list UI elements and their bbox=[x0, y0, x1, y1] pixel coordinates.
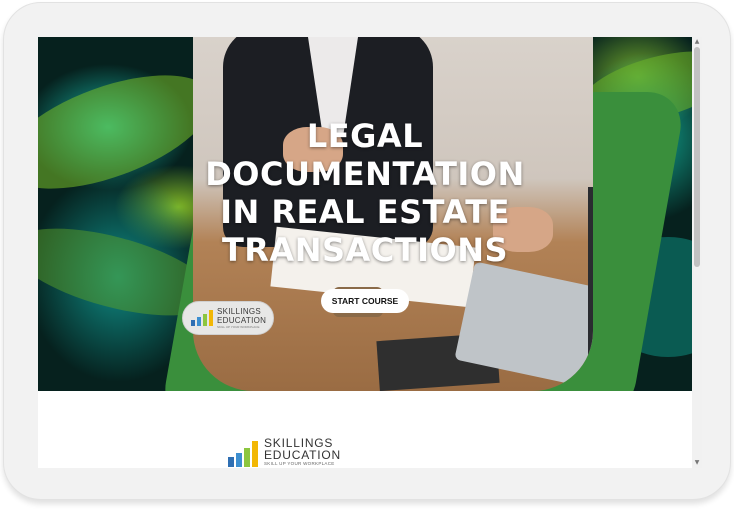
chevron-up-icon[interactable]: ▲ bbox=[693, 38, 701, 46]
course-screen: LEGAL DOCUMENTATION IN REAL ESTATE TRANS… bbox=[38, 37, 702, 468]
footer-logo: SKILLINGS EDUCATION SKILL UP YOUR WORKPL… bbox=[228, 437, 341, 467]
laptop-screen bbox=[588, 187, 593, 387]
logo-bars-icon bbox=[191, 310, 213, 326]
tablet-frame: LEGAL DOCUMENTATION IN REAL ESTATE TRANS… bbox=[3, 2, 731, 500]
footer-brand-text: SKILLINGS EDUCATION SKILL UP YOUR WORKPL… bbox=[264, 437, 341, 467]
footer-tagline: SKILL UP YOUR WORKPLACE bbox=[264, 461, 335, 466]
vertical-scrollbar[interactable]: ▲ ▼ bbox=[692, 37, 702, 468]
badge-brand-text: SKILLINGS EDUCATION SKILL UP YOUR WORKPL… bbox=[217, 307, 273, 329]
title-line: LEGAL bbox=[306, 117, 424, 155]
badge-brand-name: SKILLINGS EDUCATION bbox=[217, 307, 267, 325]
title-line: TRANSACTIONS bbox=[221, 231, 509, 269]
chevron-down-icon[interactable]: ▼ bbox=[693, 459, 701, 467]
title-line: DOCUMENTATION bbox=[205, 155, 525, 193]
course-title: LEGAL DOCUMENTATION IN REAL ESTATE TRANS… bbox=[188, 117, 542, 269]
start-course-button[interactable]: START COURSE bbox=[321, 289, 409, 313]
title-line: IN REAL ESTATE bbox=[220, 193, 510, 231]
badge-tagline: SKILL UP YOUR WORKPLACE bbox=[217, 325, 260, 329]
logo-bars-icon bbox=[228, 441, 258, 467]
brand-badge: SKILLINGS EDUCATION SKILL UP YOUR WORKPL… bbox=[182, 301, 274, 335]
hero-banner: LEGAL DOCUMENTATION IN REAL ESTATE TRANS… bbox=[38, 37, 692, 391]
footer-brand-line2: EDUCATION bbox=[264, 448, 341, 462]
scrollbar-thumb[interactable] bbox=[694, 47, 700, 267]
